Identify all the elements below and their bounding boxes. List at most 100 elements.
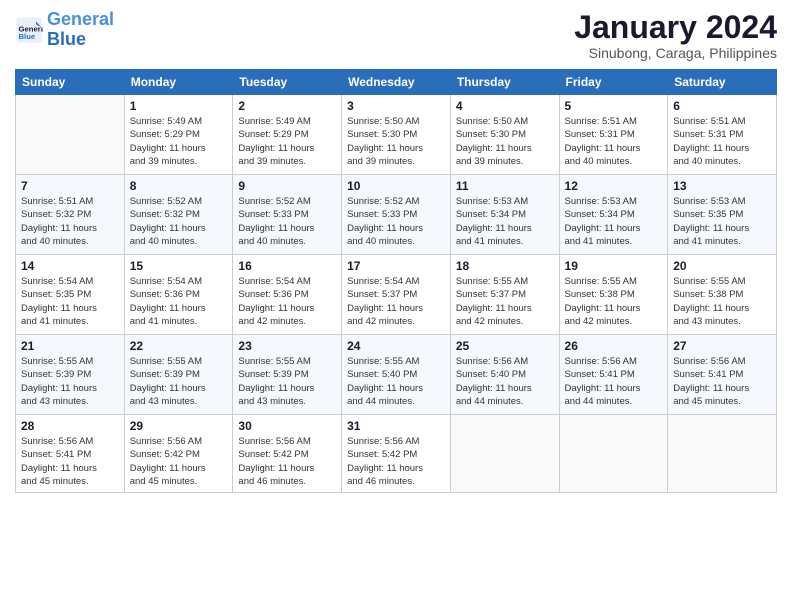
dow-monday: Monday (124, 70, 233, 95)
day-cell: 4 Sunrise: 5:50 AM Sunset: 5:30 PM Daylig… (450, 95, 559, 175)
svg-text:Blue: Blue (19, 32, 36, 41)
dow-thursday: Thursday (450, 70, 559, 95)
main-title: January 2024 (574, 10, 777, 45)
day-number: 17 (347, 259, 445, 273)
day-number: 3 (347, 99, 445, 113)
dow-tuesday: Tuesday (233, 70, 342, 95)
day-number: 9 (238, 179, 336, 193)
day-cell: 8 Sunrise: 5:52 AM Sunset: 5:32 PM Daylig… (124, 175, 233, 255)
day-cell: 31Sunrise: 5:56 AM Sunset: 5:42 PM Dayli… (342, 415, 451, 493)
day-info: Sunrise: 5:52 AM Sunset: 5:33 PM Dayligh… (238, 195, 336, 248)
day-info: Sunrise: 5:53 AM Sunset: 5:34 PM Dayligh… (565, 195, 663, 248)
day-cell: 25 Sunrise: 5:56 AM Sunset: 5:40 PM Dayli… (450, 335, 559, 415)
header: General Blue General Blue January 2024 S… (15, 10, 777, 61)
week-row-4: 28 Sunrise: 5:56 AM Sunset: 5:41 PM Dayli… (16, 415, 777, 493)
day-number: 12 (565, 179, 663, 193)
logo-icon: General Blue (15, 16, 43, 44)
week-row-0: 1Sunrise: 5:49 AM Sunset: 5:29 PM Daylig… (16, 95, 777, 175)
day-info: Sunrise: 5:49 AM Sunset: 5:29 PM Dayligh… (130, 115, 228, 168)
day-cell: 11 Sunrise: 5:53 AM Sunset: 5:34 PM Dayli… (450, 175, 559, 255)
day-number: 28 (21, 419, 119, 433)
day-number: 19 (565, 259, 663, 273)
day-number: 20 (673, 259, 771, 273)
day-cell: 10 Sunrise: 5:52 AM Sunset: 5:33 PM Dayli… (342, 175, 451, 255)
day-info: Sunrise: 5:52 AM Sunset: 5:32 PM Dayligh… (130, 195, 228, 248)
dow-wednesday: Wednesday (342, 70, 451, 95)
day-cell (668, 415, 777, 493)
day-info: Sunrise: 5:56 AM Sunset: 5:41 PM Dayligh… (21, 435, 119, 488)
day-info: Sunrise: 5:56 AM Sunset: 5:41 PM Dayligh… (673, 355, 771, 408)
day-cell: 1Sunrise: 5:49 AM Sunset: 5:29 PM Daylig… (124, 95, 233, 175)
day-cell: 7Sunrise: 5:51 AM Sunset: 5:32 PM Daylig… (16, 175, 125, 255)
day-cell: 9 Sunrise: 5:52 AM Sunset: 5:33 PM Daylig… (233, 175, 342, 255)
day-cell: 14Sunrise: 5:54 AM Sunset: 5:35 PM Dayli… (16, 255, 125, 335)
day-number: 27 (673, 339, 771, 353)
day-number: 30 (238, 419, 336, 433)
day-number: 10 (347, 179, 445, 193)
day-info: Sunrise: 5:49 AM Sunset: 5:29 PM Dayligh… (238, 115, 336, 168)
day-info: Sunrise: 5:54 AM Sunset: 5:37 PM Dayligh… (347, 275, 445, 328)
day-info: Sunrise: 5:55 AM Sunset: 5:38 PM Dayligh… (673, 275, 771, 328)
day-cell (450, 415, 559, 493)
week-row-3: 21 Sunrise: 5:55 AM Sunset: 5:39 PM Dayli… (16, 335, 777, 415)
day-number: 21 (21, 339, 119, 353)
days-of-week-header: SundayMondayTuesdayWednesdayThursdayFrid… (16, 70, 777, 95)
day-info: Sunrise: 5:55 AM Sunset: 5:40 PM Dayligh… (347, 355, 445, 408)
day-info: Sunrise: 5:53 AM Sunset: 5:34 PM Dayligh… (456, 195, 554, 248)
day-info: Sunrise: 5:56 AM Sunset: 5:42 PM Dayligh… (347, 435, 445, 488)
day-cell: 16Sunrise: 5:54 AM Sunset: 5:36 PM Dayli… (233, 255, 342, 335)
logo-text: General Blue (47, 10, 114, 50)
day-number: 13 (673, 179, 771, 193)
day-info: Sunrise: 5:56 AM Sunset: 5:41 PM Dayligh… (565, 355, 663, 408)
dow-sunday: Sunday (16, 70, 125, 95)
day-info: Sunrise: 5:50 AM Sunset: 5:30 PM Dayligh… (347, 115, 445, 168)
day-info: Sunrise: 5:55 AM Sunset: 5:39 PM Dayligh… (21, 355, 119, 408)
day-cell: 6Sunrise: 5:51 AM Sunset: 5:31 PM Daylig… (668, 95, 777, 175)
day-number: 2 (238, 99, 336, 113)
day-cell: 27 Sunrise: 5:56 AM Sunset: 5:41 PM Dayli… (668, 335, 777, 415)
day-number: 5 (565, 99, 663, 113)
day-cell: 22 Sunrise: 5:55 AM Sunset: 5:39 PM Dayli… (124, 335, 233, 415)
day-cell: 17 Sunrise: 5:54 AM Sunset: 5:37 PM Dayli… (342, 255, 451, 335)
day-number: 23 (238, 339, 336, 353)
dow-saturday: Saturday (668, 70, 777, 95)
day-number: 25 (456, 339, 554, 353)
title-block: January 2024 Sinubong, Caraga, Philippin… (574, 10, 777, 61)
day-number: 6 (673, 99, 771, 113)
day-cell: 28 Sunrise: 5:56 AM Sunset: 5:41 PM Dayli… (16, 415, 125, 493)
day-cell: 29Sunrise: 5:56 AM Sunset: 5:42 PM Dayli… (124, 415, 233, 493)
day-number: 22 (130, 339, 228, 353)
day-cell (16, 95, 125, 175)
day-cell: 2 Sunrise: 5:49 AM Sunset: 5:29 PM Daylig… (233, 95, 342, 175)
day-cell: 12 Sunrise: 5:53 AM Sunset: 5:34 PM Dayli… (559, 175, 668, 255)
day-info: Sunrise: 5:55 AM Sunset: 5:39 PM Dayligh… (130, 355, 228, 408)
day-cell: 19Sunrise: 5:55 AM Sunset: 5:38 PM Dayli… (559, 255, 668, 335)
day-cell: 24 Sunrise: 5:55 AM Sunset: 5:40 PM Dayli… (342, 335, 451, 415)
day-number: 8 (130, 179, 228, 193)
day-cell: 18Sunrise: 5:55 AM Sunset: 5:37 PM Dayli… (450, 255, 559, 335)
day-number: 16 (238, 259, 336, 273)
day-cell: 15 Sunrise: 5:54 AM Sunset: 5:36 PM Dayli… (124, 255, 233, 335)
day-cell: 13Sunrise: 5:53 AM Sunset: 5:35 PM Dayli… (668, 175, 777, 255)
day-number: 26 (565, 339, 663, 353)
logo: General Blue General Blue (15, 10, 114, 50)
day-number: 4 (456, 99, 554, 113)
day-info: Sunrise: 5:56 AM Sunset: 5:42 PM Dayligh… (130, 435, 228, 488)
logo-general: General (47, 9, 114, 29)
calendar-table: SundayMondayTuesdayWednesdayThursdayFrid… (15, 69, 777, 493)
day-info: Sunrise: 5:55 AM Sunset: 5:39 PM Dayligh… (238, 355, 336, 408)
day-number: 7 (21, 179, 119, 193)
day-cell: 5Sunrise: 5:51 AM Sunset: 5:31 PM Daylig… (559, 95, 668, 175)
day-cell: 26 Sunrise: 5:56 AM Sunset: 5:41 PM Dayli… (559, 335, 668, 415)
day-cell: 20 Sunrise: 5:55 AM Sunset: 5:38 PM Dayli… (668, 255, 777, 335)
day-info: Sunrise: 5:50 AM Sunset: 5:30 PM Dayligh… (456, 115, 554, 168)
day-info: Sunrise: 5:54 AM Sunset: 5:36 PM Dayligh… (130, 275, 228, 328)
week-row-2: 14Sunrise: 5:54 AM Sunset: 5:35 PM Dayli… (16, 255, 777, 335)
dow-friday: Friday (559, 70, 668, 95)
day-number: 24 (347, 339, 445, 353)
day-number: 15 (130, 259, 228, 273)
day-info: Sunrise: 5:56 AM Sunset: 5:40 PM Dayligh… (456, 355, 554, 408)
day-number: 11 (456, 179, 554, 193)
day-cell: 21 Sunrise: 5:55 AM Sunset: 5:39 PM Dayli… (16, 335, 125, 415)
day-info: Sunrise: 5:52 AM Sunset: 5:33 PM Dayligh… (347, 195, 445, 248)
